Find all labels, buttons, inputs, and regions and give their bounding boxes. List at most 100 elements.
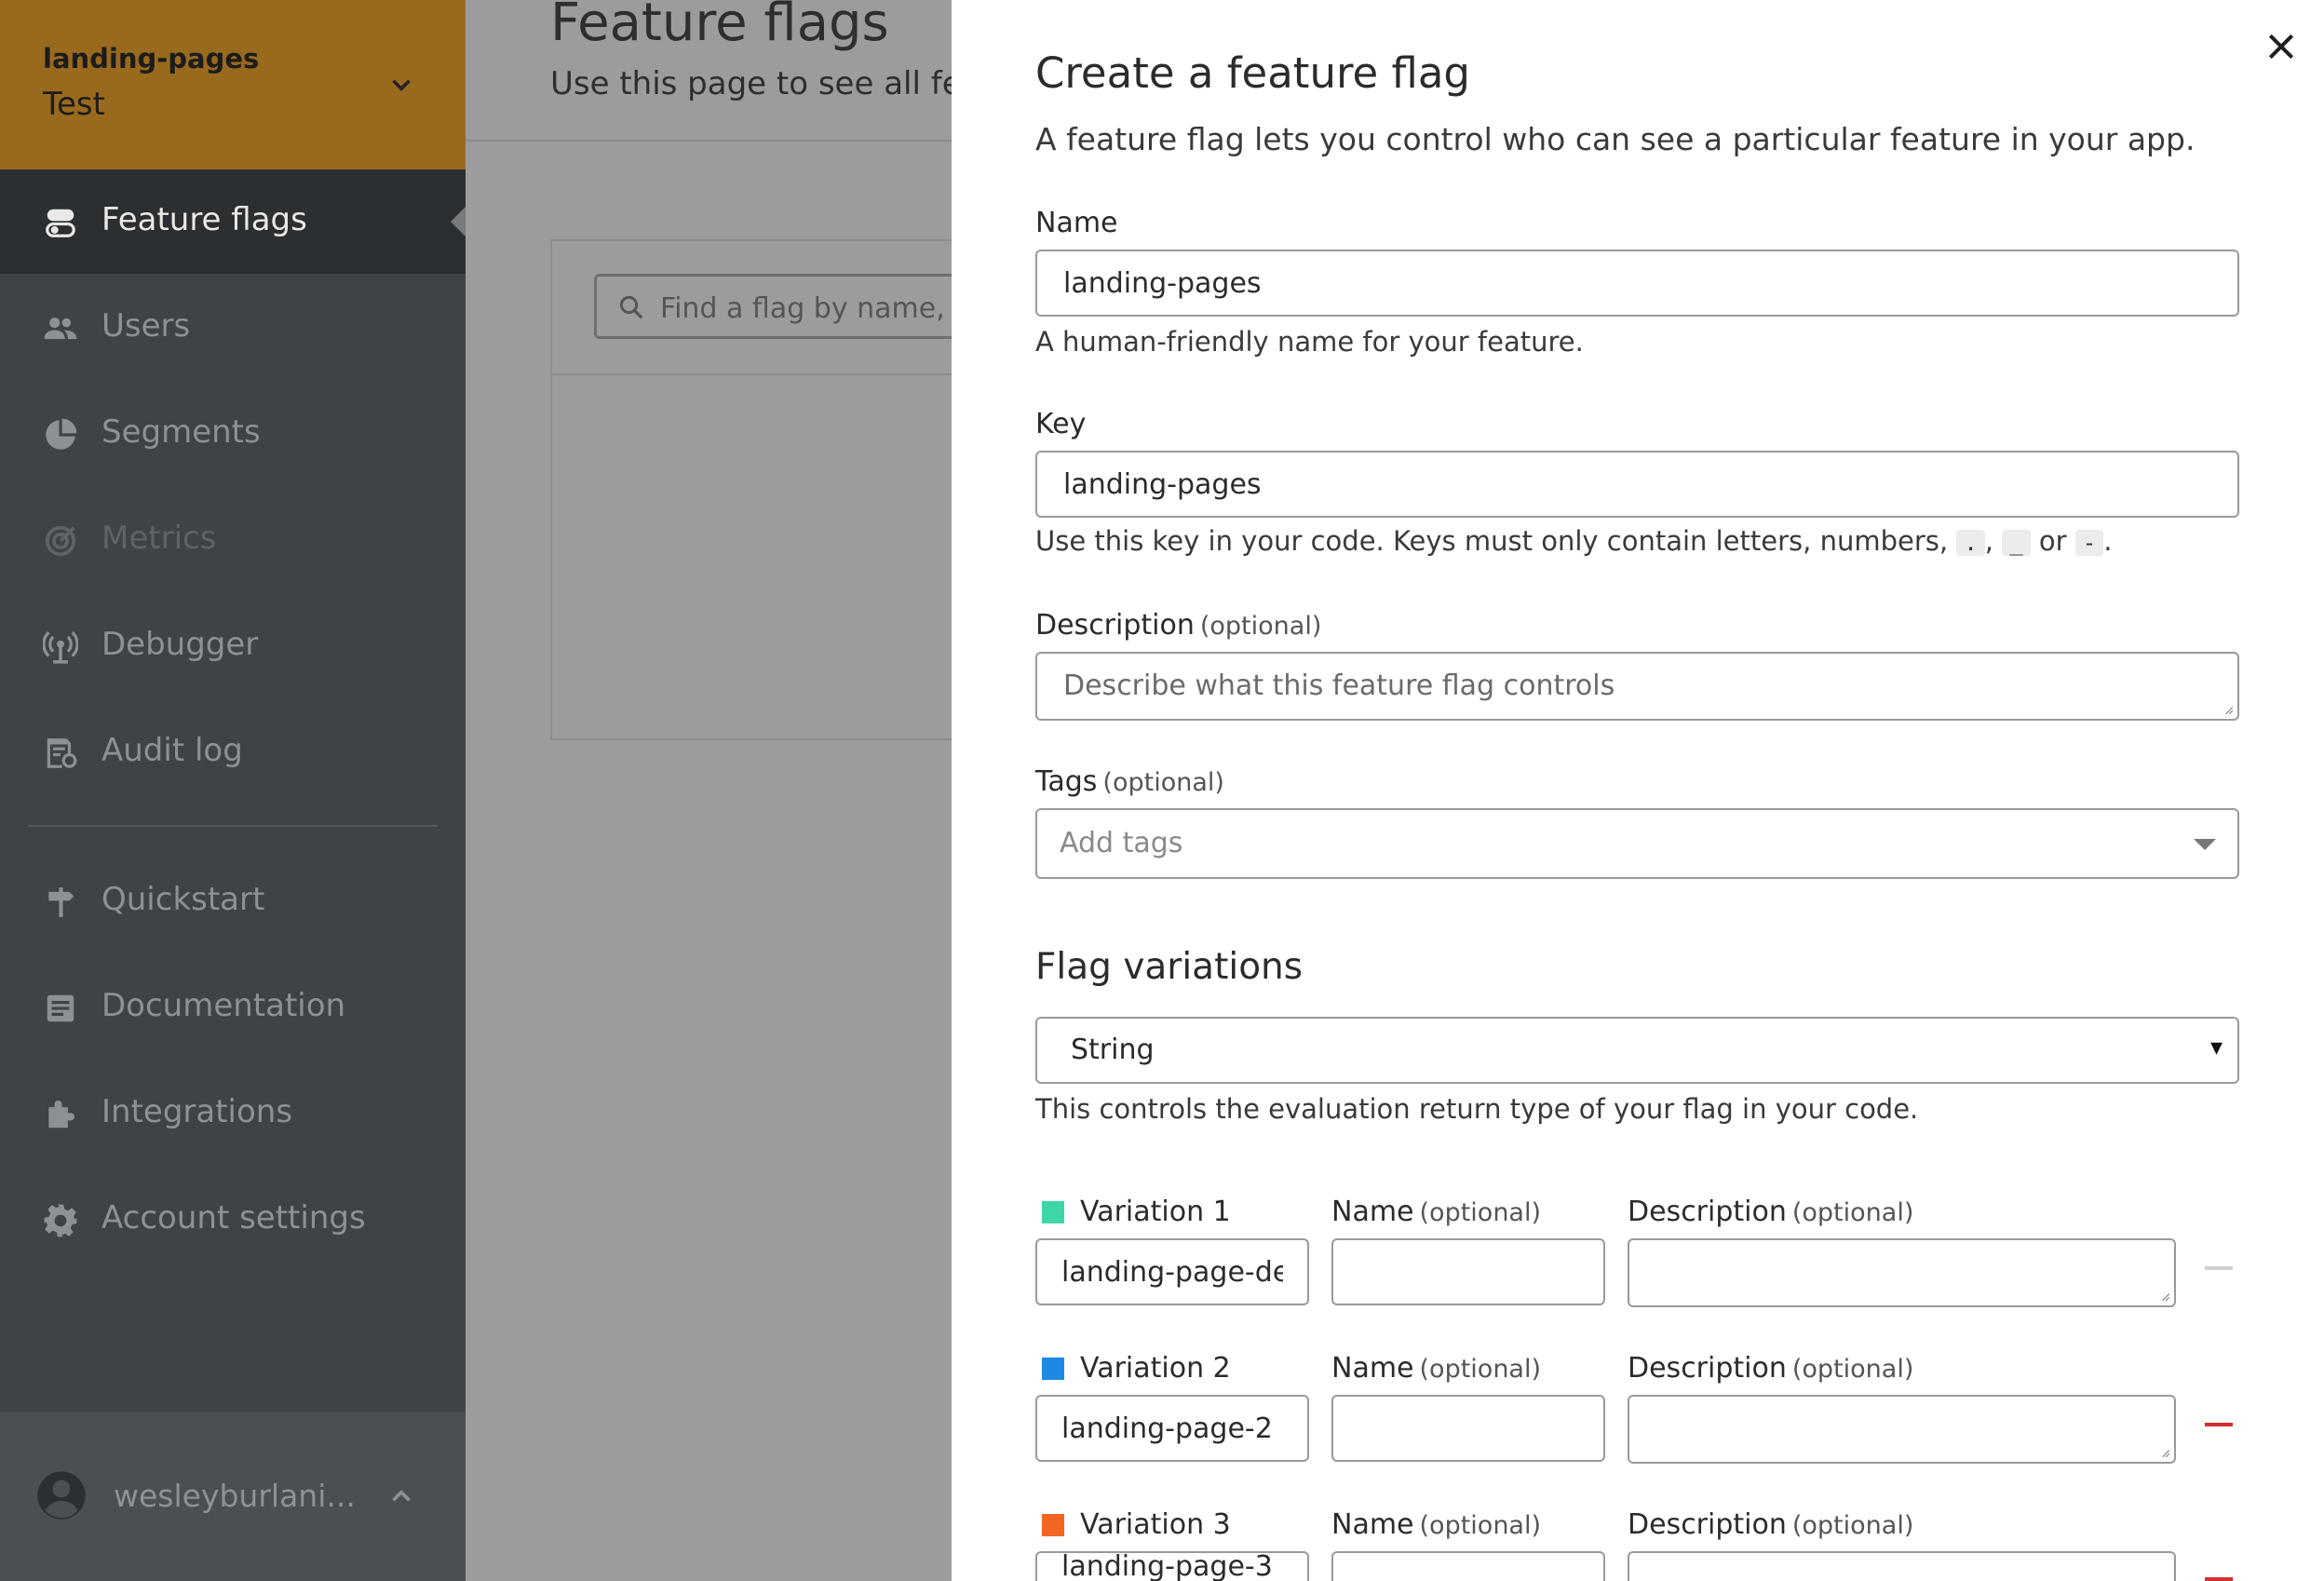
variation-value-input[interactable] [1035, 1551, 1309, 1581]
name-input[interactable] [1035, 250, 2239, 317]
variation-name-label: Name (optional) [1331, 1508, 1541, 1541]
resize-grip-icon [2162, 1450, 2170, 1458]
project-switcher[interactable]: landing-pages Test [0, 0, 466, 169]
puzzle-icon [48, 1100, 75, 1128]
nav-item-label: Integrations [101, 1093, 293, 1130]
key-char-dash: - [2074, 530, 2104, 556]
description-label: Description (optional) [1035, 609, 1321, 642]
antenna-icon [43, 631, 78, 664]
variation-name-label-text: Name [1331, 1196, 1414, 1228]
variation-label: Variation 1 [1080, 1196, 1231, 1228]
key-char-underscore: _ [2002, 530, 2031, 556]
variation-description-label-text: Description [1628, 1196, 1787, 1228]
gear-icon [44, 1204, 77, 1237]
resize-grip-icon [2225, 707, 2234, 715]
panel-title: Create a feature flag [1035, 48, 1470, 98]
variation-description-label: Description (optional) [1628, 1196, 1913, 1228]
audit-log-icon [47, 738, 77, 768]
nav-item-audit-log[interactable]: Audit log [0, 700, 466, 804]
variation-description-textarea[interactable] [1628, 1238, 2176, 1307]
card-divider [550, 373, 960, 375]
nav-item-feature-flags[interactable]: Feature flags [0, 169, 466, 274]
toggle-icon [46, 209, 75, 237]
nav-item-documentation[interactable]: Documentation [0, 955, 466, 1060]
signpost-icon [48, 887, 74, 917]
chevron-up-icon [392, 1490, 411, 1502]
nav-item-account-settings[interactable]: Account settings [0, 1168, 466, 1272]
nav-item-label: Feature flags [101, 201, 307, 238]
optional-hint: (optional) [1199, 612, 1322, 641]
tags-label-text: Tags [1035, 765, 1098, 798]
variation-description-textarea[interactable] [1628, 1395, 2176, 1464]
variation-description-label: Description (optional) [1628, 1352, 1913, 1385]
variation-label: Variation 3 [1080, 1508, 1231, 1541]
avatar-icon [37, 1471, 86, 1520]
close-icon[interactable] [2263, 28, 2300, 65]
nav-divider [28, 825, 438, 827]
page-subtitle: Use this page to see all featu [550, 65, 1014, 102]
remove-variation-button[interactable] [2205, 1423, 2233, 1426]
nav-item-label: Debugger [101, 626, 259, 663]
project-name: landing-pages [43, 43, 260, 74]
sidebar: landing-pages Test Feature flags Users S… [0, 0, 466, 1581]
optional-hint: (optional) [1791, 1198, 1914, 1227]
variation-description-label: Description (optional) [1628, 1508, 1913, 1541]
nav-item-metrics[interactable]: Metrics [0, 488, 466, 592]
key-char-dot: . [1956, 530, 1985, 556]
variation-name-input[interactable] [1331, 1551, 1605, 1581]
description-label-text: Description [1035, 609, 1195, 642]
variation-name-label-text: Name [1331, 1508, 1414, 1541]
nav-item-label: Documentation [101, 987, 346, 1024]
tags-placeholder: Add tags [1060, 827, 1183, 859]
optional-hint: (optional) [1791, 1511, 1914, 1540]
nav-item-label: Users [101, 307, 191, 345]
remove-variation-button[interactable] [2205, 1577, 2233, 1581]
nav-item-users[interactable]: Users [0, 276, 466, 380]
variation-value-input[interactable] [1035, 1238, 1309, 1305]
tags-label: Tags (optional) [1035, 765, 1224, 798]
variation-color-swatch [1042, 1201, 1064, 1223]
variations-heading: Flag variations [1035, 946, 1304, 988]
key-input[interactable] [1035, 451, 2239, 518]
variation-value-input[interactable] [1035, 1395, 1309, 1462]
nav-item-label: Quickstart [101, 881, 265, 918]
optional-hint: (optional) [1419, 1198, 1542, 1227]
key-help-or: or [2038, 525, 2067, 557]
optional-hint: (optional) [1419, 1355, 1542, 1384]
name-help: A human-friendly name for your feature. [1035, 326, 1584, 358]
nav-item-quickstart[interactable]: Quickstart [0, 849, 466, 953]
header-divider [466, 140, 952, 142]
users-icon [44, 318, 77, 340]
resize-grip-icon [2162, 1293, 2170, 1302]
nav-item-label: Audit log [101, 732, 243, 769]
variation-name-label: Name (optional) [1331, 1196, 1541, 1228]
pie-chart-icon [46, 418, 77, 450]
tags-select[interactable]: Add tags [1035, 808, 2239, 879]
variation-type-select[interactable]: String [1035, 1017, 2239, 1084]
caret-down-icon: ▾ [2210, 1034, 2223, 1061]
variation-description-label-text: Description [1628, 1508, 1787, 1541]
remove-variation-button[interactable] [2205, 1266, 2233, 1270]
user-name: wesleyburlani... [114, 1478, 356, 1514]
variation-name-input[interactable] [1331, 1395, 1605, 1462]
variation-name-input[interactable] [1331, 1238, 1605, 1305]
document-icon [47, 994, 74, 1022]
nav-item-integrations[interactable]: Integrations [0, 1061, 466, 1166]
key-help-text: Use this key in your code. Keys must onl… [1035, 525, 1949, 557]
variation-name-label: Name (optional) [1331, 1352, 1541, 1385]
description-textarea[interactable]: Describe what this feature flag controls [1035, 652, 2239, 721]
variation-name-label-text: Name [1331, 1352, 1414, 1385]
environment-name: Test [43, 86, 105, 123]
nav-item-label: Metrics [101, 520, 217, 557]
nav-item-segments[interactable]: Segments [0, 382, 466, 486]
nav-item-label: Segments [101, 413, 261, 451]
variation-description-label-text: Description [1628, 1352, 1787, 1385]
key-label: Key [1035, 408, 1087, 440]
variation-type-value: String [1071, 1034, 1155, 1066]
key-help: Use this key in your code. Keys must onl… [1035, 525, 2113, 557]
target-icon [45, 525, 76, 557]
variation-color-swatch [1042, 1358, 1064, 1380]
variation-description-textarea[interactable] [1628, 1551, 2176, 1581]
flag-search-input[interactable]: Find a flag by name, key [594, 274, 1003, 339]
nav-item-debugger[interactable]: Debugger [0, 594, 466, 698]
